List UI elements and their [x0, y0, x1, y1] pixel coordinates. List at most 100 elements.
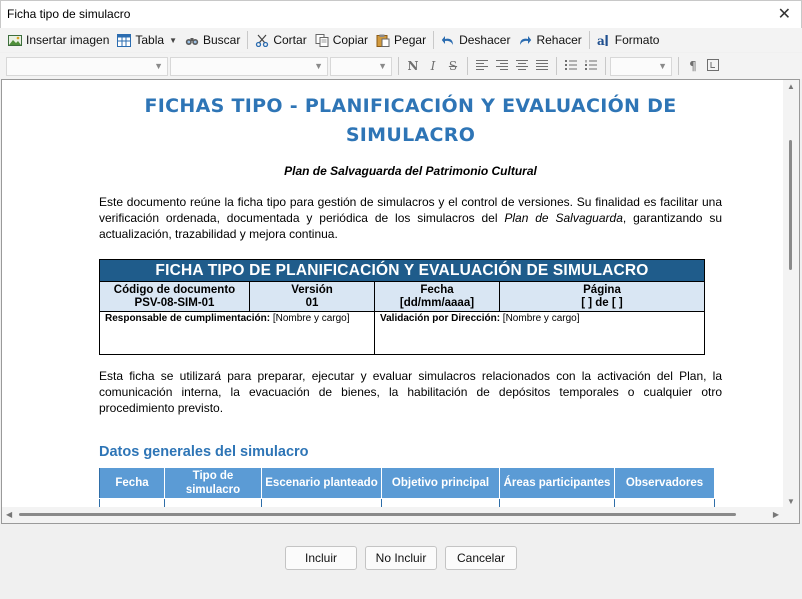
- scroll-up-icon[interactable]: ▲: [787, 82, 795, 91]
- redo-icon: [518, 34, 532, 47]
- bold-button[interactable]: N: [403, 59, 423, 73]
- search-label: Buscar: [202, 33, 241, 47]
- column-header[interactable]: Objetivo principal: [381, 467, 500, 499]
- ficha-date-cell[interactable]: Fecha [dd/mm/aaaa]: [374, 281, 500, 312]
- table-label: Tabla: [135, 33, 165, 47]
- toolbar-separator: [588, 31, 590, 49]
- toolbar-separator: [247, 31, 249, 49]
- insert-image-label: Insertar imagen: [26, 33, 110, 47]
- vertical-scroll-thumb[interactable]: [789, 140, 792, 270]
- align-justify-icon[interactable]: [532, 59, 552, 73]
- ficha-date-label: Fecha: [420, 283, 454, 296]
- ficha-version-cell[interactable]: Versión 01: [249, 281, 375, 312]
- general-data-table: Fecha Tipo de simulacro Escenario plante…: [99, 467, 715, 511]
- color-select[interactable]: ▼: [610, 56, 672, 76]
- main-toolbar: Insertar imagen Tabla ▼ Buscar Cortar Co…: [0, 28, 802, 52]
- column-header[interactable]: Observadores: [614, 467, 715, 499]
- copy-button[interactable]: Copiar: [311, 30, 372, 50]
- bullet-list-icon[interactable]: [561, 59, 581, 73]
- chevron-down-icon[interactable]: ▼: [169, 36, 177, 45]
- insert-image-button[interactable]: Insertar imagen: [4, 30, 113, 50]
- chevron-down-icon: ▼: [658, 60, 667, 71]
- format-toolbar: ▼ ▼ ▼ N I S ▼ ¶: [0, 53, 802, 79]
- close-icon[interactable]: ✕: [778, 4, 791, 24]
- redo-label: Rehacer: [536, 33, 582, 47]
- pilcrow-icon[interactable]: ¶: [683, 59, 703, 73]
- format-label: Formato: [614, 33, 660, 47]
- chevron-down-icon: ▼: [314, 60, 323, 71]
- ficha-validation-cell[interactable]: Validación por Dirección: [Nombre y carg…: [374, 311, 705, 355]
- toolbar-separator: [678, 57, 679, 75]
- column-header[interactable]: Fecha: [99, 467, 165, 499]
- usage-paragraph: Esta ficha se utilizará para preparar, e…: [99, 369, 722, 415]
- clipboard-icon: [376, 34, 390, 47]
- toolbar-separator: [605, 57, 606, 75]
- table-icon: [117, 33, 132, 47]
- window-titlebar: Ficha tipo de simulacro ✕: [0, 0, 802, 28]
- ficha-page-cell[interactable]: Página [ ] de [ ]: [499, 281, 705, 312]
- scroll-down-icon[interactable]: ▼: [787, 497, 795, 506]
- document-title: FICHAS TIPO - PLANIFICACIÓN Y EVALUACIÓN…: [144, 95, 677, 146]
- copy-icon: [315, 33, 329, 47]
- column-header[interactable]: Tipo de simulacro: [164, 467, 262, 499]
- responsible-label: Responsable de cumplimentación:: [105, 313, 271, 324]
- ficha-code-cell[interactable]: Código de documento PSV-08-SIM-01: [99, 281, 250, 312]
- horizontal-scrollbar[interactable]: ◀ ▶: [2, 507, 799, 523]
- ficha-date-value: [dd/mm/aaaa]: [399, 296, 475, 309]
- svg-text:a: a: [597, 34, 605, 47]
- ficha-responsible-cell[interactable]: Responsable de cumplimentación: [Nombre …: [99, 311, 375, 355]
- ficha-table: FICHA TIPO DE PLANIFICACIÓN Y EVALUACIÓN…: [99, 259, 705, 355]
- font-size-select[interactable]: ▼: [330, 56, 392, 76]
- validation-value: [Nombre y cargo]: [500, 313, 580, 324]
- redo-button[interactable]: Rehacer: [514, 30, 585, 50]
- scissors-icon: [255, 34, 269, 47]
- window-title: Ficha tipo de simulacro: [7, 7, 131, 21]
- general-data-heading: Datos generales del simulacro: [99, 444, 309, 460]
- include-button[interactable]: Incluir: [285, 546, 357, 570]
- intro-text-emphasis: Plan de Salvaguarda: [504, 211, 623, 225]
- document-editor[interactable]: FICHAS TIPO - PLANIFICACIÓN Y EVALUACIÓN…: [1, 79, 800, 524]
- ficha-page-value: [ ] de [ ]: [581, 296, 623, 309]
- text-format-icon: a: [597, 34, 611, 48]
- validation-label: Validación por Dirección:: [380, 313, 501, 324]
- paste-button[interactable]: Pegar: [372, 30, 430, 50]
- undo-label: Deshacer: [459, 33, 511, 47]
- exclude-button[interactable]: No Incluir: [365, 546, 437, 570]
- font-family-select[interactable]: ▼: [170, 56, 328, 76]
- scroll-left-icon[interactable]: ◀: [6, 510, 12, 519]
- toolbar-separator: [467, 57, 468, 75]
- italic-button[interactable]: I: [423, 59, 443, 73]
- ficha-code-value: PSV-08-SIM-01: [134, 296, 215, 309]
- image-icon: [8, 34, 22, 47]
- copy-label: Copiar: [332, 33, 369, 47]
- toolbar-separator: [556, 57, 557, 75]
- toolbar-separator: [433, 31, 435, 49]
- ficha-header: FICHA TIPO DE PLANIFICACIÓN Y EVALUACIÓN…: [99, 259, 705, 282]
- undo-button[interactable]: Deshacer: [437, 30, 514, 50]
- scroll-right-icon[interactable]: ▶: [773, 510, 779, 519]
- ficha-code-label: Código de documento: [113, 283, 236, 296]
- ficha-page-label: Página: [583, 283, 621, 296]
- align-center-icon[interactable]: [512, 59, 532, 73]
- cut-button[interactable]: Cortar: [251, 30, 310, 50]
- show-borders-icon[interactable]: [703, 58, 723, 74]
- ficha-version-label: Versión: [291, 283, 333, 296]
- horizontal-scroll-thumb[interactable]: [19, 513, 736, 516]
- format-button[interactable]: a Formato: [593, 30, 664, 50]
- table-button[interactable]: Tabla ▼: [113, 30, 181, 50]
- column-header[interactable]: Áreas participantes: [499, 467, 615, 499]
- align-left-icon[interactable]: [472, 59, 492, 73]
- style-select[interactable]: ▼: [6, 56, 168, 76]
- search-button[interactable]: Buscar: [181, 30, 244, 50]
- cancel-button[interactable]: Cancelar: [445, 546, 517, 570]
- column-header[interactable]: Escenario planteado: [261, 467, 382, 499]
- toolbar-separator: [398, 57, 399, 75]
- undo-icon: [441, 34, 455, 47]
- chevron-down-icon: ▼: [378, 60, 387, 71]
- align-right-icon[interactable]: [492, 59, 512, 73]
- chevron-down-icon: ▼: [154, 60, 163, 71]
- vertical-scrollbar[interactable]: ▲ ▼: [783, 80, 799, 508]
- strikethrough-button[interactable]: S: [443, 59, 463, 73]
- numbered-list-icon[interactable]: [581, 59, 601, 73]
- responsible-value: [Nombre y cargo]: [270, 313, 350, 324]
